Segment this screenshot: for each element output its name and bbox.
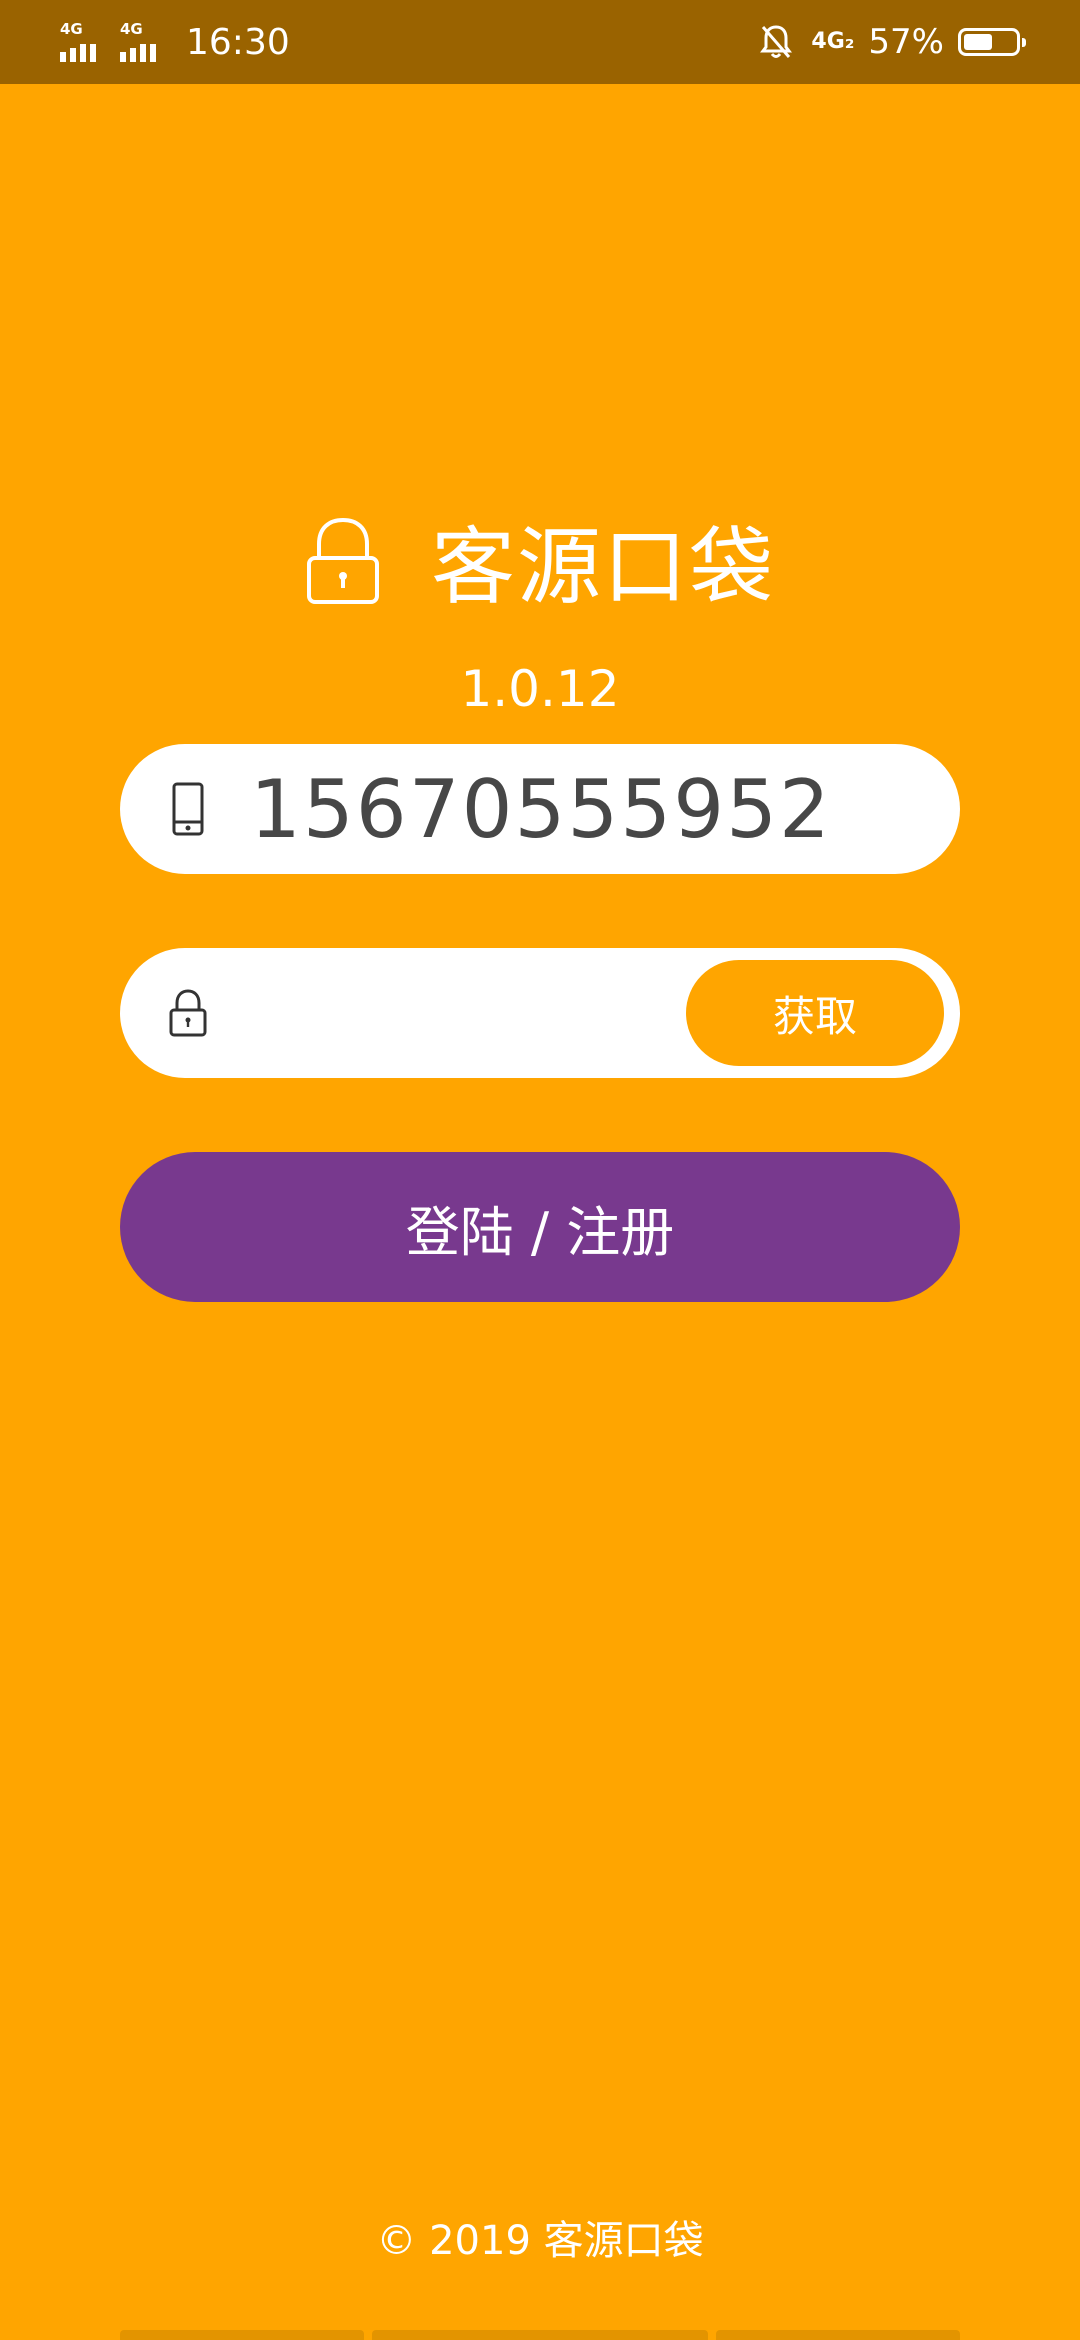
- verification-code-field[interactable]: 获取: [120, 948, 960, 1078]
- battery-percent: 57%: [868, 22, 944, 62]
- sim1-network-label: 4G: [60, 20, 83, 38]
- battery-icon: [958, 28, 1026, 56]
- bell-off-icon: [760, 25, 793, 58]
- lock-icon: [306, 517, 379, 604]
- status-bar: 4G 4G 16:30 4G₂ 57%: [0, 0, 1080, 84]
- login-screen: 4G 4G 16:30 4G₂ 57% 客源口袋 1.0.12 15670555…: [0, 0, 1080, 2340]
- signal-sim2-icon: 4G: [120, 22, 170, 62]
- bottom-bar-segment: [372, 2330, 708, 2340]
- app-version: 1.0.12: [460, 660, 620, 718]
- status-time: 16:30: [186, 21, 290, 63]
- sim2-network-label: 4G: [120, 20, 143, 38]
- battery-level-fill: [964, 34, 992, 50]
- bottom-bar-segment: [120, 2330, 364, 2340]
- status-bar-left: 4G 4G 16:30: [60, 18, 290, 66]
- app-brand: 客源口袋: [0, 500, 1080, 621]
- phone-icon: [172, 782, 204, 836]
- mobile-data-label: 4G₂: [811, 29, 855, 54]
- bottom-bar-segment: [716, 2330, 960, 2340]
- phone-field[interactable]: [120, 744, 960, 874]
- phone-input[interactable]: [250, 744, 910, 874]
- app-title: 客源口袋: [430, 518, 775, 616]
- signal-sim1-icon: 4G: [60, 22, 110, 62]
- login-register-button[interactable]: 登陆 / 注册: [120, 1152, 960, 1302]
- lock-icon: [169, 989, 207, 1037]
- copyright-footer: © 2019 客源口袋: [376, 2218, 704, 2264]
- get-code-button[interactable]: 获取: [686, 960, 944, 1066]
- status-bar-right: 4G₂ 57%: [759, 18, 1026, 66]
